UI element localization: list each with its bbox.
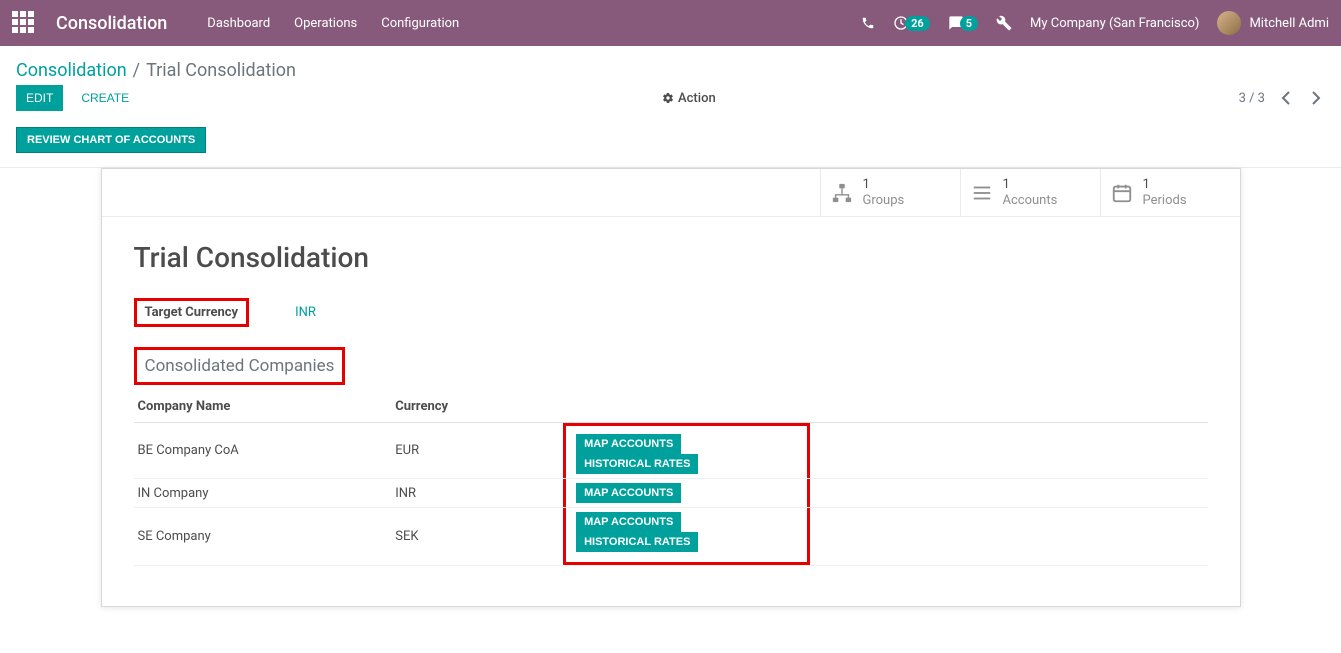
cell-actions: MAP ACCOUNTS [563,479,810,508]
table-row: SE Company SEK MAP ACCOUNTS HISTORICAL R… [134,508,1208,566]
phone-icon[interactable] [861,16,875,30]
activity-badge: 26 [905,16,930,31]
target-currency-label: Target Currency [145,305,239,320]
stat-periods-value: 1 [1143,177,1187,193]
stat-periods-label: Periods [1143,193,1187,209]
stat-accounts-value: 1 [1003,177,1058,193]
discuss-badge: 5 [960,16,978,31]
top-navbar: Consolidation Dashboard Operations Confi… [0,0,1341,46]
stat-periods[interactable]: 1 Periods [1100,169,1240,216]
stat-accounts-label: Accounts [1003,193,1058,209]
cell-company-name: IN Company [134,479,392,508]
user-name: Mitchell Admi [1249,16,1329,31]
th-spacer [810,391,1207,423]
stat-accounts[interactable]: 1 Accounts [960,169,1100,216]
user-menu[interactable]: Mitchell Admi [1217,11,1329,35]
th-currency: Currency [391,391,563,423]
th-company-name: Company Name [134,391,392,423]
activities-button[interactable]: 26 [893,15,930,31]
cell-actions: MAP ACCOUNTS HISTORICAL RATES [563,423,810,479]
historical-rates-button[interactable]: HISTORICAL RATES [576,532,698,552]
cell-spacer [810,479,1207,508]
stat-groups-value: 1 [863,177,905,193]
menu-operations[interactable]: Operations [294,16,357,31]
table-row: IN Company INR MAP ACCOUNTS [134,479,1208,508]
consolidated-companies-title: Consolidated Companies [145,356,335,376]
record-title: Trial Consolidation [134,241,1208,274]
user-avatar [1217,11,1241,35]
breadcrumb: Consolidation / Trial Consolidation [0,46,1341,85]
list-icon [971,182,993,204]
historical-rates-button[interactable]: HISTORICAL RATES [576,454,698,474]
apps-menu-icon[interactable] [12,11,36,35]
form-sheet: 1 Groups 1 Accounts 1 Periods Trial Cons… [101,168,1241,607]
companies-table: Company Name Currency BE Company CoA EUR… [134,391,1208,566]
cell-actions: MAP ACCOUNTS HISTORICAL RATES [563,508,810,566]
cell-company-name: BE Company CoA [134,423,392,479]
cell-company-name: SE Company [134,508,392,566]
map-accounts-button[interactable]: MAP ACCOUNTS [576,483,681,503]
menu-configuration[interactable]: Configuration [381,16,459,31]
breadcrumb-separator: / [133,60,140,81]
table-row: BE Company CoA EUR MAP ACCOUNTS HISTORIC… [134,423,1208,479]
cell-currency: EUR [391,423,563,479]
pager-text: 3 / 3 [1239,91,1265,106]
edit-button[interactable]: Edit [16,85,63,111]
cell-currency: INR [391,479,563,508]
debug-icon[interactable] [996,15,1012,31]
cell-spacer [810,508,1207,566]
target-currency-row: Target Currency INR [134,298,1208,327]
stat-buttons: 1 Groups 1 Accounts 1 Periods [102,169,1240,217]
th-actions [563,391,810,423]
review-chart-button[interactable]: REVIEW CHART OF ACCOUNTS [16,127,206,153]
map-accounts-button[interactable]: MAP ACCOUNTS [576,512,681,532]
create-button[interactable]: Create [71,85,139,111]
control-bar: Edit Create Action 3 / 3 [0,85,1341,121]
pager-prev[interactable] [1277,91,1295,105]
action-label: Action [678,91,716,106]
highlight-section-title: Consolidated Companies [134,347,346,385]
gear-icon [662,92,674,104]
breadcrumb-root[interactable]: Consolidation [16,60,127,81]
calendar-icon [1111,182,1133,204]
pager: 3 / 3 [1239,91,1325,106]
discuss-button[interactable]: 5 [948,15,978,31]
action-dropdown[interactable]: Action [139,91,1238,106]
topbar-right: 26 5 My Company (San Francisco) Mitchell… [861,11,1329,35]
app-title: Consolidation [56,13,167,34]
highlight-target-currency-label: Target Currency [134,298,250,327]
stat-groups-label: Groups [863,193,905,209]
top-menu: Dashboard Operations Configuration [207,16,459,31]
breadcrumb-current: Trial Consolidation [146,60,296,81]
stat-groups[interactable]: 1 Groups [820,169,960,216]
sitemap-icon [831,182,853,204]
cell-currency: SEK [391,508,563,566]
status-bar: REVIEW CHART OF ACCOUNTS [0,121,1341,168]
cell-spacer [810,423,1207,479]
pager-next[interactable] [1307,91,1325,105]
sheet-body: Trial Consolidation Target Currency INR … [102,217,1240,606]
map-accounts-button[interactable]: MAP ACCOUNTS [576,434,681,454]
company-selector[interactable]: My Company (San Francisco) [1030,16,1199,31]
target-currency-value[interactable]: INR [295,305,316,320]
menu-dashboard[interactable]: Dashboard [207,16,270,31]
